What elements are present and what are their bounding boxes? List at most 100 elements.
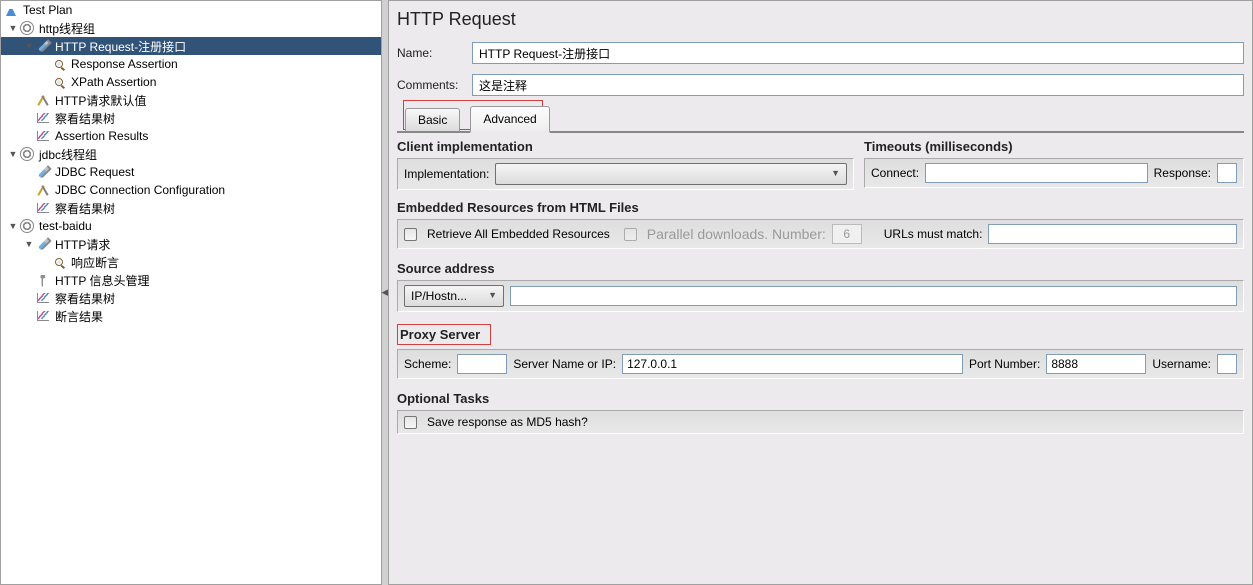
gear-icon <box>19 146 35 162</box>
parallel-label: Parallel downloads. Number: <box>647 226 826 242</box>
chart-icon <box>35 290 51 306</box>
timeouts-title: Timeouts (milliseconds) <box>864 139 1244 154</box>
port-label: Port Number: <box>969 357 1040 371</box>
scheme-input[interactable] <box>457 354 507 374</box>
tree-node-assertion-results[interactable]: Assertion Results <box>1 127 381 145</box>
tree-node-result-tree[interactable]: 察看结果树 <box>1 289 381 307</box>
dropper-icon <box>35 236 51 252</box>
server-input[interactable] <box>622 354 963 374</box>
urls-match-input[interactable] <box>988 224 1237 244</box>
wrench-icon <box>35 272 51 288</box>
md5-label: Save response as MD5 hash? <box>427 415 588 429</box>
tree-node-result-tree[interactable]: 察看结果树 <box>1 199 381 217</box>
source-type-combo[interactable]: IP/Hostn... <box>404 285 504 307</box>
tree-node-threadgroup-http[interactable]: ▼ http线程组 <box>1 19 381 37</box>
tree-node-result-tree[interactable]: 察看结果树 <box>1 109 381 127</box>
comments-label: Comments: <box>397 78 462 92</box>
parallel-checkbox <box>624 228 637 241</box>
tree-label: HTTP 信息头管理 <box>53 272 149 289</box>
source-title: Source address <box>397 261 1244 276</box>
response-label: Response: <box>1154 166 1211 180</box>
response-input[interactable] <box>1217 163 1237 183</box>
gear-icon <box>19 20 35 36</box>
page-title: HTTP Request <box>397 9 1244 30</box>
tree-node-threadgroup-baidu[interactable]: ▼ test-baidu <box>1 217 381 235</box>
chart-icon <box>35 200 51 216</box>
parallel-number: 6 <box>832 224 862 244</box>
tabs-row: Basic Advanced <box>397 106 1244 133</box>
tree-node-threadgroup-jdbc[interactable]: ▼ jdbc线程组 <box>1 145 381 163</box>
tree-label: 察看结果树 <box>53 290 115 307</box>
tree-label: 察看结果树 <box>53 200 115 217</box>
connect-label: Connect: <box>871 166 919 180</box>
tree-label: 响应断言 <box>69 254 119 271</box>
editor-panel: HTTP Request Name: Comments: Basic Advan… <box>388 0 1253 585</box>
tree-node-xpath-assertion[interactable]: XPath Assertion <box>1 73 381 91</box>
gear-icon <box>19 218 35 234</box>
source-combo-value: IP/Hostn... <box>411 289 467 303</box>
name-label: Name: <box>397 46 462 60</box>
tree-node-testplan[interactable]: Test Plan <box>1 1 381 19</box>
implementation-combo[interactable] <box>495 163 847 185</box>
username-input[interactable] <box>1217 354 1237 374</box>
tree-node-http-defaults[interactable]: HTTP请求默认值 <box>1 91 381 109</box>
tree-label: Assertion Results <box>53 129 148 143</box>
magnifier-icon <box>51 254 67 270</box>
optional-title: Optional Tasks <box>397 391 1244 406</box>
chart-icon <box>35 308 51 324</box>
tree-label: HTTP请求默认值 <box>53 92 146 109</box>
tree-node-response-assertion[interactable]: Response Assertion <box>1 55 381 73</box>
tree-node-assertion-results[interactable]: 断言结果 <box>1 307 381 325</box>
tree-label: jdbc线程组 <box>37 146 97 163</box>
tree-label: HTTP Request-注册接口 <box>53 38 186 55</box>
tree-label: http线程组 <box>37 20 95 37</box>
port-input[interactable] <box>1046 354 1146 374</box>
tree-node-jdbc-request[interactable]: JDBC Request <box>1 163 381 181</box>
name-input[interactable] <box>472 42 1244 64</box>
tree-node-resp-assertion[interactable]: 响应断言 <box>1 253 381 271</box>
tree-toggle-icon[interactable]: ▼ <box>7 149 19 159</box>
magnifier-icon <box>51 56 67 72</box>
dropper-icon <box>35 164 51 180</box>
tree-label: Response Assertion <box>69 57 178 71</box>
urls-match-label: URLs must match: <box>884 227 983 241</box>
tree-toggle-icon[interactable]: ▼ <box>23 41 35 51</box>
source-address-input[interactable] <box>510 286 1237 306</box>
tree-label: JDBC Connection Configuration <box>53 183 225 197</box>
tree-label: 断言结果 <box>53 308 103 325</box>
embedded-title: Embedded Resources from HTML Files <box>397 200 1244 215</box>
md5-checkbox[interactable] <box>404 416 417 429</box>
connect-input[interactable] <box>925 163 1148 183</box>
tree-node-http-request[interactable]: ▼ HTTP Request-注册接口 <box>1 37 381 55</box>
magnifier-icon <box>51 74 67 90</box>
tab-advanced[interactable]: Advanced <box>470 106 549 133</box>
tree-label: Test Plan <box>21 3 72 17</box>
dropper-icon <box>35 38 51 54</box>
comments-input[interactable] <box>472 74 1244 96</box>
server-label: Server Name or IP: <box>513 357 616 371</box>
tree-label: JDBC Request <box>53 165 134 179</box>
flask-icon <box>3 2 19 18</box>
tree-label: test-baidu <box>37 219 92 233</box>
retrieve-checkbox[interactable] <box>404 228 417 241</box>
tree-label: HTTP请求 <box>53 236 110 253</box>
tree-node-header-manager[interactable]: HTTP 信息头管理 <box>1 271 381 289</box>
tree-toggle-icon[interactable]: ▼ <box>23 239 35 249</box>
implementation-label: Implementation: <box>404 167 489 181</box>
tree-node-jdbc-config[interactable]: JDBC Connection Configuration <box>1 181 381 199</box>
tools-icon <box>35 182 51 198</box>
tree-label: 察看结果树 <box>53 110 115 127</box>
tab-basic[interactable]: Basic <box>405 108 460 131</box>
proxy-title: Proxy Server <box>397 324 491 345</box>
tree-panel: Test Plan ▼ http线程组 ▼ HTTP Request-注册接口 … <box>0 0 382 585</box>
username-label: Username: <box>1152 357 1211 371</box>
scheme-label: Scheme: <box>404 357 451 371</box>
retrieve-label: Retrieve All Embedded Resources <box>427 227 610 241</box>
tree-toggle-icon[interactable]: ▼ <box>7 221 19 231</box>
tools-icon <box>35 92 51 108</box>
tree-node-http-req[interactable]: ▼ HTTP请求 <box>1 235 381 253</box>
chart-icon <box>35 110 51 126</box>
chart-icon <box>35 128 51 144</box>
client-impl-title: Client implementation <box>397 139 854 154</box>
tree-toggle-icon[interactable]: ▼ <box>7 23 19 33</box>
